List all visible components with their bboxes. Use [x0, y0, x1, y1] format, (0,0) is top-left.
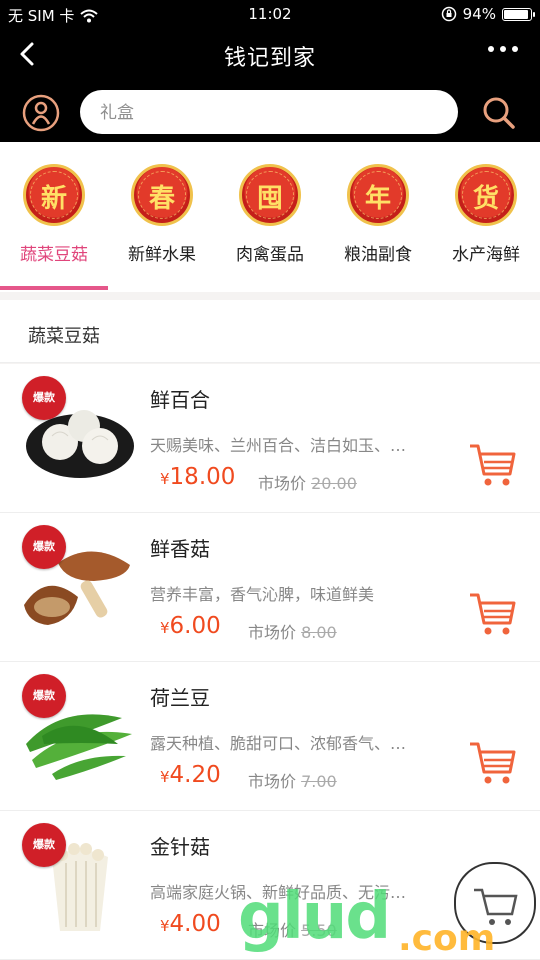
search-icon[interactable] — [480, 94, 518, 132]
category-tabs: 新 蔬菜豆菇 春 新鲜水果 囤 肉禽蛋品 年 粮油副食 货 水产海鲜 — [0, 142, 540, 292]
new-year-badge-icon: 春 — [131, 164, 193, 226]
search-input[interactable] — [98, 90, 442, 136]
hot-tag: 爆款 — [22, 674, 66, 718]
product-item[interactable]: 爆款 鲜香菇 营养丰富，香气沁脾，味道鲜美 ¥6.00 市场价 8.00 — [0, 513, 540, 662]
top-bar: 无 SIM 卡 11:02 94% 钱记到家 — [0, 0, 540, 142]
product-description: 露天种植、脆甜可口、浓郁香气、… — [150, 734, 407, 753]
product-description: 天赐美味、兰州百合、洁白如玉、… — [150, 436, 407, 455]
more-menu-icon[interactable] — [488, 46, 518, 52]
tab-label: 肉禽蛋品 — [236, 245, 304, 265]
product-name: 鲜香菇 — [150, 537, 210, 561]
add-to-cart-icon[interactable] — [466, 587, 518, 639]
tab-label: 粮油副食 — [344, 245, 412, 265]
tab-meat-eggs[interactable]: 囤 肉禽蛋品 — [216, 164, 324, 282]
product-description: 营养丰富，香气沁脾，味道鲜美 — [150, 585, 375, 604]
product-name: 鲜百合 — [150, 388, 210, 412]
tab-grain-oil[interactable]: 年 粮油副食 — [324, 164, 432, 282]
add-to-cart-icon[interactable] — [466, 736, 518, 788]
hot-tag: 爆款 — [22, 525, 66, 569]
new-year-badge-icon: 新 — [23, 164, 85, 226]
watermark-suffix: .com — [398, 918, 496, 959]
user-icon[interactable] — [22, 94, 60, 132]
search-box[interactable] — [80, 90, 458, 136]
search-row — [0, 84, 540, 140]
product-name: 荷兰豆 — [150, 686, 210, 710]
tab-fruits[interactable]: 春 新鲜水果 — [108, 164, 216, 282]
active-tab-indicator — [0, 286, 108, 290]
product-item[interactable]: 爆款 荷兰豆 露天种植、脆甜可口、浓郁香气、… ¥4.20 市场价 7.00 — [0, 662, 540, 811]
tab-label: 蔬菜豆菇 — [20, 245, 88, 265]
product-price: ¥6.00 — [160, 613, 221, 639]
section-title: 蔬菜豆菇 — [28, 326, 100, 347]
new-year-badge-icon: 年 — [347, 164, 409, 226]
product-price: ¥4.00 — [160, 911, 221, 937]
nav-bar: 钱记到家 — [0, 28, 540, 82]
market-price: 市场价 20.00 — [258, 474, 357, 493]
status-bar: 无 SIM 卡 11:02 94% — [0, 0, 540, 28]
product-item[interactable]: 爆款 鲜百合 天赐美味、兰州百合、洁白如玉、… ¥18.00 市场价 20.00 — [0, 364, 540, 513]
market-price: 市场价 7.00 — [248, 772, 337, 791]
product-image[interactable]: 爆款 — [22, 525, 134, 637]
new-year-badge-icon: 囤 — [239, 164, 301, 226]
product-name: 金针菇 — [150, 835, 210, 859]
product-image[interactable]: 爆款 — [22, 376, 134, 488]
hot-tag: 爆款 — [22, 376, 66, 420]
hot-tag: 爆款 — [22, 823, 66, 867]
tab-label: 水产海鲜 — [452, 245, 520, 265]
page-title: 钱记到家 — [223, 46, 316, 71]
tab-seafood[interactable]: 货 水产海鲜 — [432, 164, 540, 282]
product-price: ¥4.20 — [160, 762, 221, 788]
add-to-cart-icon[interactable] — [466, 438, 518, 490]
tab-vegetables[interactable]: 新 蔬菜豆菇 — [0, 164, 108, 282]
new-year-badge-icon: 货 — [455, 164, 517, 226]
product-price: ¥18.00 — [160, 464, 236, 490]
section-header: 蔬菜豆菇 — [0, 300, 540, 363]
market-price: 市场价 8.00 — [248, 623, 337, 642]
product-image[interactable]: 爆款 — [22, 674, 134, 786]
tab-label: 新鲜水果 — [128, 245, 196, 265]
battery-percent: 94% — [462, 5, 496, 23]
battery-icon — [502, 7, 535, 21]
watermark-text: glud — [238, 880, 391, 954]
product-image[interactable]: 爆款 — [22, 823, 134, 935]
orientation-lock-icon — [441, 6, 456, 22]
